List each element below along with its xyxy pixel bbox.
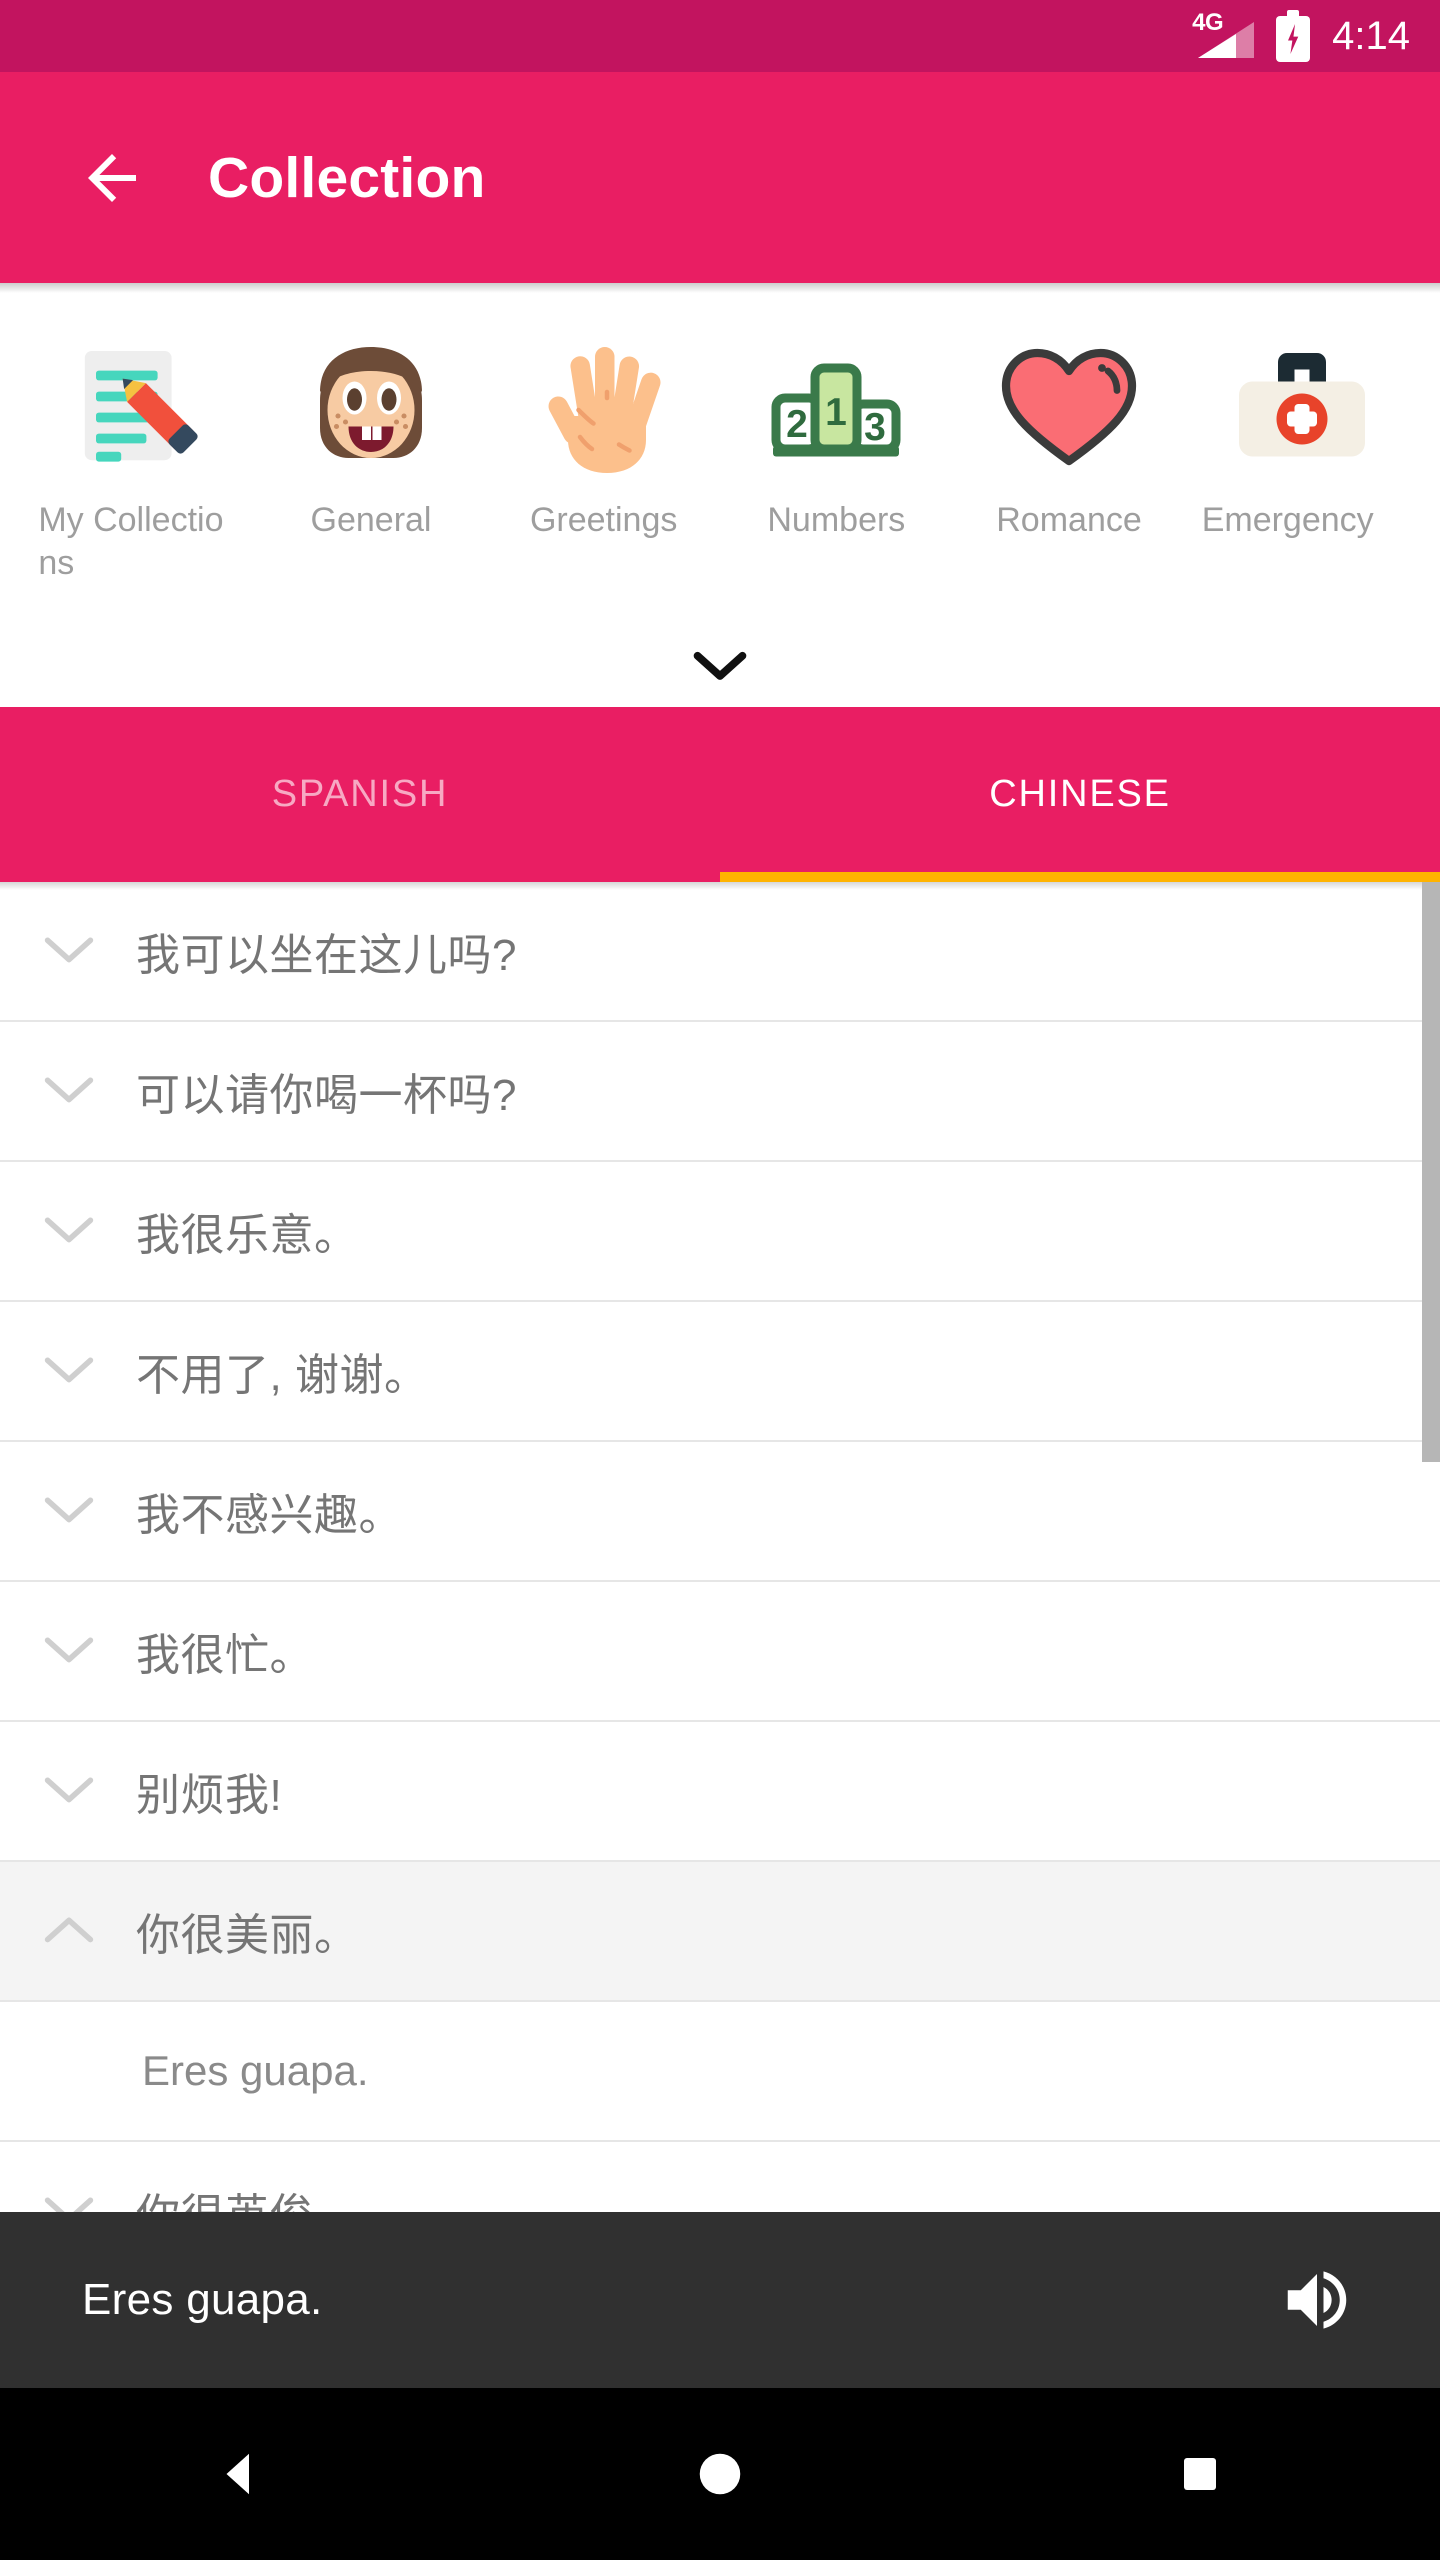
- app-bar: Collection: [0, 72, 1440, 283]
- phrase-row[interactable]: 你很英俊: [0, 2142, 1440, 2212]
- nav-home-button[interactable]: [480, 2447, 960, 2501]
- battery-charging-icon: [1276, 10, 1311, 62]
- chevron-down-icon[interactable]: [36, 1058, 102, 1124]
- chevron-down-icon[interactable]: [36, 1478, 102, 1544]
- tab-spanish[interactable]: SPANISH: [0, 707, 720, 882]
- svg-text:2: 2: [786, 403, 808, 446]
- nav-recents-button[interactable]: [960, 2450, 1440, 2498]
- play-audio-button[interactable]: [1272, 2255, 1362, 2345]
- chevron-down-icon[interactable]: [36, 918, 102, 984]
- tab-active-indicator: [720, 872, 1440, 882]
- category-label: Emergency: [1201, 501, 1374, 539]
- clock-time: 4:14: [1332, 13, 1410, 58]
- expand-categories-button[interactable]: [0, 628, 1440, 707]
- category-greetings[interactable]: Greetings: [487, 327, 720, 585]
- chevron-down-icon[interactable]: [36, 1618, 102, 1684]
- nav-back-button[interactable]: [0, 2447, 480, 2501]
- phrase-row[interactable]: 我可以坐在这儿吗?: [0, 882, 1440, 1022]
- svg-text:3: 3: [864, 406, 886, 449]
- phrase-text: 我不感兴趣。: [136, 1491, 403, 1540]
- signal-bars-icon: 4G: [1192, 9, 1255, 62]
- phrase-text: 我很忙。: [136, 1631, 314, 1680]
- phrase-text: 不用了, 谢谢。: [136, 1351, 429, 1400]
- category-my-collections[interactable]: My Collections: [22, 327, 255, 585]
- category-romance[interactable]: Romance: [953, 327, 1186, 585]
- phrase-translation-row[interactable]: Eres guapa.: [0, 2002, 1440, 2142]
- audio-player-bar: Eres guapa.: [0, 2212, 1440, 2388]
- app-bar-shadow: [0, 283, 1440, 293]
- memo-pencil-icon: [58, 327, 218, 487]
- phrase-row[interactable]: 可以请你喝一杯吗?: [0, 1022, 1440, 1162]
- status-bar-icons: 4G 4:14: [1192, 9, 1410, 62]
- list-scrollbar[interactable]: [1422, 882, 1440, 1462]
- phrase-translation-text: Eres guapa.: [142, 2047, 369, 2094]
- phrase-text: 我很乐意。: [136, 1211, 359, 1260]
- chevron-down-icon[interactable]: [36, 2178, 102, 2212]
- phrase-text: 别烦我!: [136, 1771, 283, 1820]
- arrow-left-icon: [88, 153, 136, 202]
- first-aid-kit-icon: [1222, 327, 1382, 487]
- language-tabs: SPANISH CHINESE: [0, 707, 1440, 882]
- back-button[interactable]: [52, 118, 172, 238]
- podium-123-icon: 2 1 3: [756, 327, 916, 487]
- tab-label: SPANISH: [271, 773, 449, 815]
- phrase-row[interactable]: 我很乐意。: [0, 1162, 1440, 1302]
- phrase-row[interactable]: 不用了, 谢谢。: [0, 1302, 1440, 1442]
- android-nav-bar: [0, 2388, 1440, 2560]
- circle-home-icon: [699, 2453, 741, 2495]
- chevron-up-icon[interactable]: [36, 1898, 102, 1964]
- category-row: My Collections General Greetings 2 1 3 N…: [0, 283, 1440, 585]
- page-title: Collection: [208, 145, 486, 210]
- category-label: Greetings: [529, 501, 678, 539]
- phrase-list[interactable]: 我可以坐在这儿吗? 可以请你喝一杯吗? 我很乐意。 不用了, 谢谢。 我不感兴趣…: [0, 882, 1440, 2212]
- chevron-down-icon: [693, 651, 747, 680]
- phrase-row-expanded[interactable]: 你很美丽。: [0, 1862, 1440, 2002]
- volume-up-icon: [1287, 2271, 1347, 2329]
- player-phrase-text: Eres guapa.: [82, 2275, 323, 2324]
- phrase-row[interactable]: 我很忙。: [0, 1582, 1440, 1722]
- phrase-text: 你很美丽。: [136, 1911, 359, 1960]
- girl-face-icon: [291, 327, 451, 487]
- heart-icon: [989, 327, 1149, 487]
- tab-chinese[interactable]: CHINESE: [720, 707, 1440, 882]
- app-screen: 4G 4:14 Collection My Collections Genera…: [0, 0, 1440, 2560]
- status-bar: 4G 4:14: [0, 0, 1440, 72]
- chevron-down-icon[interactable]: [36, 1338, 102, 1404]
- category-emergency[interactable]: Emergency: [1185, 327, 1418, 585]
- category-label: Numbers: [767, 501, 906, 539]
- chevron-down-icon[interactable]: [36, 1758, 102, 1824]
- phrase-row[interactable]: 我不感兴趣。: [0, 1442, 1440, 1582]
- chevron-down-icon[interactable]: [36, 1198, 102, 1264]
- category-label: Romance: [996, 501, 1142, 539]
- category-label: General: [310, 501, 432, 539]
- category-general[interactable]: General: [255, 327, 488, 585]
- category-label: My Collections: [38, 501, 224, 582]
- open-hand-icon: [524, 327, 684, 487]
- phrase-text: 可以请你喝一杯吗?: [136, 1071, 517, 1120]
- square-recents-icon: [1184, 2458, 1216, 2490]
- triangle-back-icon: [226, 2453, 249, 2495]
- phrase-text: 你很英俊: [136, 2179, 314, 2212]
- svg-text:1: 1: [825, 391, 847, 434]
- phrase-text: 我可以坐在这儿吗?: [136, 931, 517, 980]
- category-numbers[interactable]: 2 1 3 Numbers: [720, 327, 953, 585]
- tab-label: CHINESE: [989, 773, 1171, 815]
- phrase-row[interactable]: 别烦我!: [0, 1722, 1440, 1862]
